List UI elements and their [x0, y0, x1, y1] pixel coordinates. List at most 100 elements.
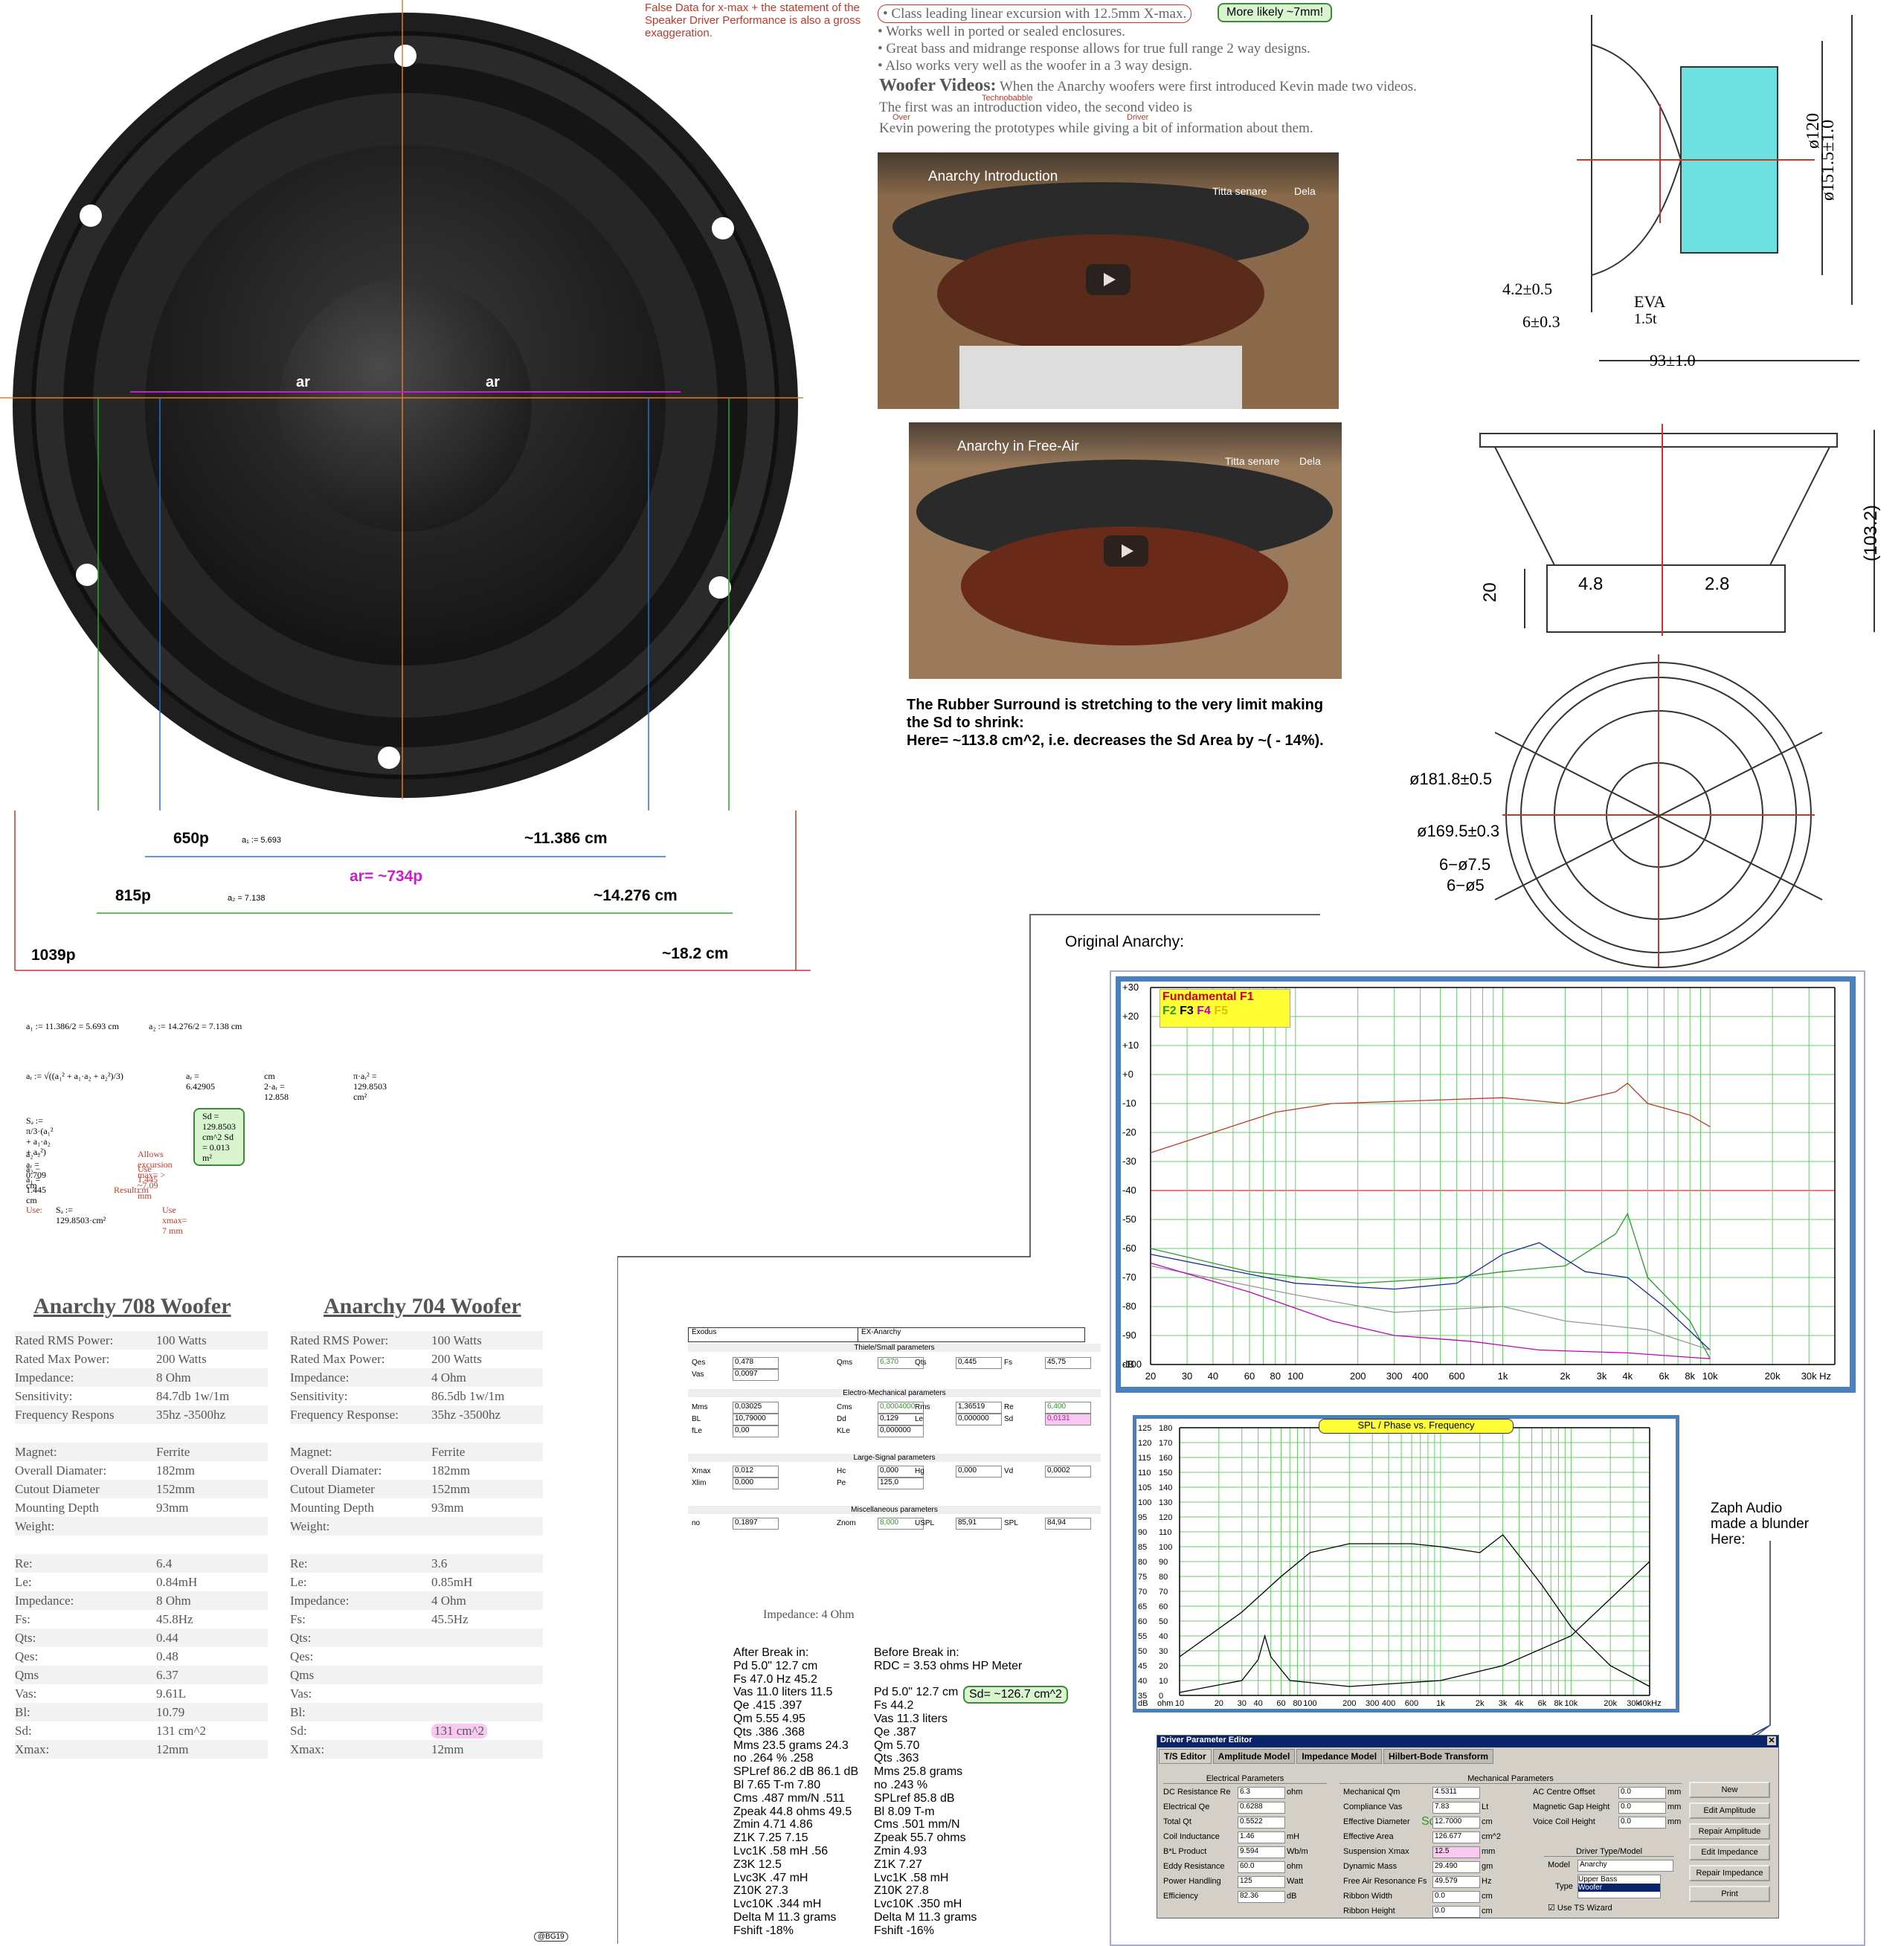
exodus-field-label: BL [692, 1415, 701, 1423]
model-field[interactable]: Anarchy [1577, 1860, 1673, 1872]
exodus-field-value[interactable]: 0,0002 [1045, 1466, 1091, 1478]
exodus-field-value[interactable]: 6,400 [1045, 1402, 1091, 1414]
ts-wizard-checkbox[interactable]: ☑ Use TS Wizard [1548, 1903, 1612, 1913]
watch-later-button[interactable]: Titta senare [1212, 185, 1267, 197]
exodus-field-label: fLe [692, 1427, 702, 1435]
dpe-field[interactable]: 0.0 [1432, 1906, 1480, 1918]
dpe-button[interactable]: Edit Amplitude [1689, 1802, 1770, 1819]
a1-eq: a₁ := 5.693 [242, 836, 281, 845]
exodus-field-value[interactable]: 0,012 [733, 1466, 779, 1478]
dim-6: 6±0.3 [1522, 312, 1560, 331]
tag-driver: Driver [1127, 113, 1149, 122]
tick-label: -70 [1122, 1272, 1136, 1283]
spec-row: Bl: 10.79 [15, 1703, 268, 1721]
spec-row: Qes: 0.48 [15, 1647, 268, 1666]
dpe-field[interactable]: 12.5 [1432, 1846, 1480, 1858]
spec-value: 84.7db 1w/1m [156, 1388, 230, 1403]
spec-row [290, 1424, 543, 1443]
exodus-field-value[interactable]: 125,0 [878, 1478, 924, 1489]
dpe-unit: mm [1667, 1788, 1682, 1797]
exodus-field-value[interactable]: 84,94 [1045, 1518, 1091, 1530]
dpe-field[interactable]: 7.83 [1432, 1802, 1480, 1814]
exodus-field-value[interactable]: 1,36519 [956, 1402, 1002, 1414]
dpe-button[interactable]: Edit Impedance [1689, 1844, 1770, 1860]
dpe-field[interactable]: 60.0 [1238, 1861, 1285, 1873]
exodus-field-value[interactable]: 0,0131 [1045, 1414, 1091, 1425]
exodus-field-value[interactable]: 0,445 [956, 1357, 1002, 1369]
driver-parameter-editor: Driver Parameter Editor ✕ T/S Editor Ampl… [1157, 1735, 1779, 1918]
bullet-item: • Class leading linear excursion with 12… [878, 4, 1192, 23]
dpe-button[interactable]: New [1689, 1782, 1770, 1798]
play-button[interactable] [1104, 535, 1148, 567]
dpe-field[interactable]: 0.0 [1618, 1787, 1666, 1799]
close-icon[interactable]: ✕ [1767, 1736, 1776, 1745]
dpe-button[interactable]: Repair Impedance [1689, 1865, 1770, 1881]
dpe-unit: mm [1482, 1847, 1496, 1856]
spec-row: Sd: 131 cm^2 [290, 1721, 543, 1740]
tick-label: 75 [1138, 1573, 1147, 1582]
dpe-field[interactable]: 125 [1238, 1876, 1285, 1888]
exodus-field-value[interactable]: 85,91 [956, 1518, 1002, 1530]
spec-value: 4 Ohm [431, 1370, 466, 1385]
dpe-field[interactable]: 1.46 [1238, 1831, 1285, 1843]
play-button[interactable] [1086, 264, 1130, 295]
dpe-tab[interactable]: Impedance Model [1296, 1749, 1383, 1764]
share-button[interactable]: Dela [1299, 455, 1321, 467]
exodus-field-value[interactable]: 10,79000 [733, 1414, 779, 1425]
dpe-field[interactable]: 9.594 [1238, 1846, 1285, 1858]
spec-key: Weight: [15, 1518, 55, 1533]
dpe-field[interactable]: 0.6288 [1238, 1802, 1285, 1814]
tick-label: 40 [1208, 1370, 1218, 1382]
dpe-field[interactable]: 29.490 [1432, 1861, 1480, 1873]
tick-label: 30 [1182, 1370, 1192, 1382]
dim-holes75: 6−ø7.5 [1439, 855, 1491, 874]
exodus-field-value[interactable]: 0,000 [956, 1466, 1002, 1478]
video-title[interactable]: Anarchy Introduction [928, 169, 1058, 185]
video-title[interactable]: Anarchy in Free-Air [957, 439, 1079, 455]
dpe-button[interactable]: Repair Amplitude [1689, 1823, 1770, 1840]
share-button[interactable]: Dela [1294, 185, 1316, 197]
spec-key: Xmax: [290, 1742, 325, 1756]
type-list[interactable]: Upper Bass Woofer [1577, 1875, 1661, 1898]
tick-label: 85 [1138, 1543, 1147, 1552]
dpe-field[interactable]: 12.7000 [1432, 1817, 1480, 1829]
tick-label: 140 [1159, 1483, 1172, 1492]
dpe-field[interactable]: 126.677 [1432, 1831, 1480, 1843]
exodus-field-value[interactable]: 0,1897 [733, 1518, 779, 1530]
exodus-field-value[interactable]: 0,0097 [733, 1369, 779, 1381]
exodus-parameter-sheet: Exodus EX-Anarchy Thiele/Small parameter… [688, 1327, 1101, 1550]
dpe-field[interactable]: 82.36 [1238, 1891, 1285, 1903]
dpe-field[interactable]: 6.3 [1238, 1787, 1285, 1799]
tick-label: 160 [1159, 1454, 1172, 1463]
dim-93: 93±1.0 [1650, 351, 1696, 370]
video-anarchy-introduction[interactable]: Anarchy Introduction Titta senare Dela [878, 152, 1339, 409]
tick-label: 90 [1159, 1558, 1168, 1567]
exodus-field-label: Qes [692, 1359, 706, 1367]
dpe-tab[interactable]: Hilbert-Bode Transform [1383, 1749, 1494, 1764]
dpe-tab[interactable]: Amplitude Model [1212, 1749, 1296, 1764]
exodus-field-value[interactable]: 0,000 [733, 1478, 779, 1489]
tick-label: 130 [1159, 1498, 1172, 1507]
dpe-field[interactable]: 0.0 [1618, 1817, 1666, 1829]
tick-label: 20k [1765, 1370, 1781, 1382]
exodus-field-value[interactable]: 0,000000 [878, 1425, 924, 1437]
tick-label: dB [1122, 1359, 1134, 1370]
dpe-field[interactable]: 0.5522 [1238, 1817, 1285, 1829]
dpe-tabs: T/S Editor Amplitude Model Impedance Model… [1159, 1749, 1494, 1764]
exodus-field-value[interactable]: 45,75 [1045, 1357, 1091, 1369]
video-anarchy-free-air[interactable]: Anarchy in Free-Air Titta senare Dela [909, 422, 1342, 679]
exodus-field-value[interactable]: 0,478 [733, 1357, 779, 1369]
exodus-field-value[interactable]: 0,000000 [956, 1414, 1002, 1425]
spec-key: Qms [15, 1667, 39, 1682]
watch-later-button[interactable]: Titta senare [1225, 455, 1279, 467]
dpe-field[interactable]: 0.0 [1432, 1891, 1480, 1903]
dpe-field[interactable]: 0.0 [1618, 1802, 1666, 1814]
exodus-field-value[interactable]: 0,00 [733, 1425, 779, 1437]
dpe-unit: mm [1667, 1802, 1682, 1811]
dpe-tab[interactable]: T/S Editor [1159, 1749, 1212, 1764]
dpe-field[interactable]: 4.5311 [1432, 1787, 1480, 1799]
dpe-button[interactable]: Print [1689, 1886, 1770, 1902]
spec-value: 8 Ohm [156, 1370, 191, 1385]
exodus-field-value[interactable]: 0,03025 [733, 1402, 779, 1414]
dpe-field[interactable]: 49.579 [1432, 1876, 1480, 1888]
